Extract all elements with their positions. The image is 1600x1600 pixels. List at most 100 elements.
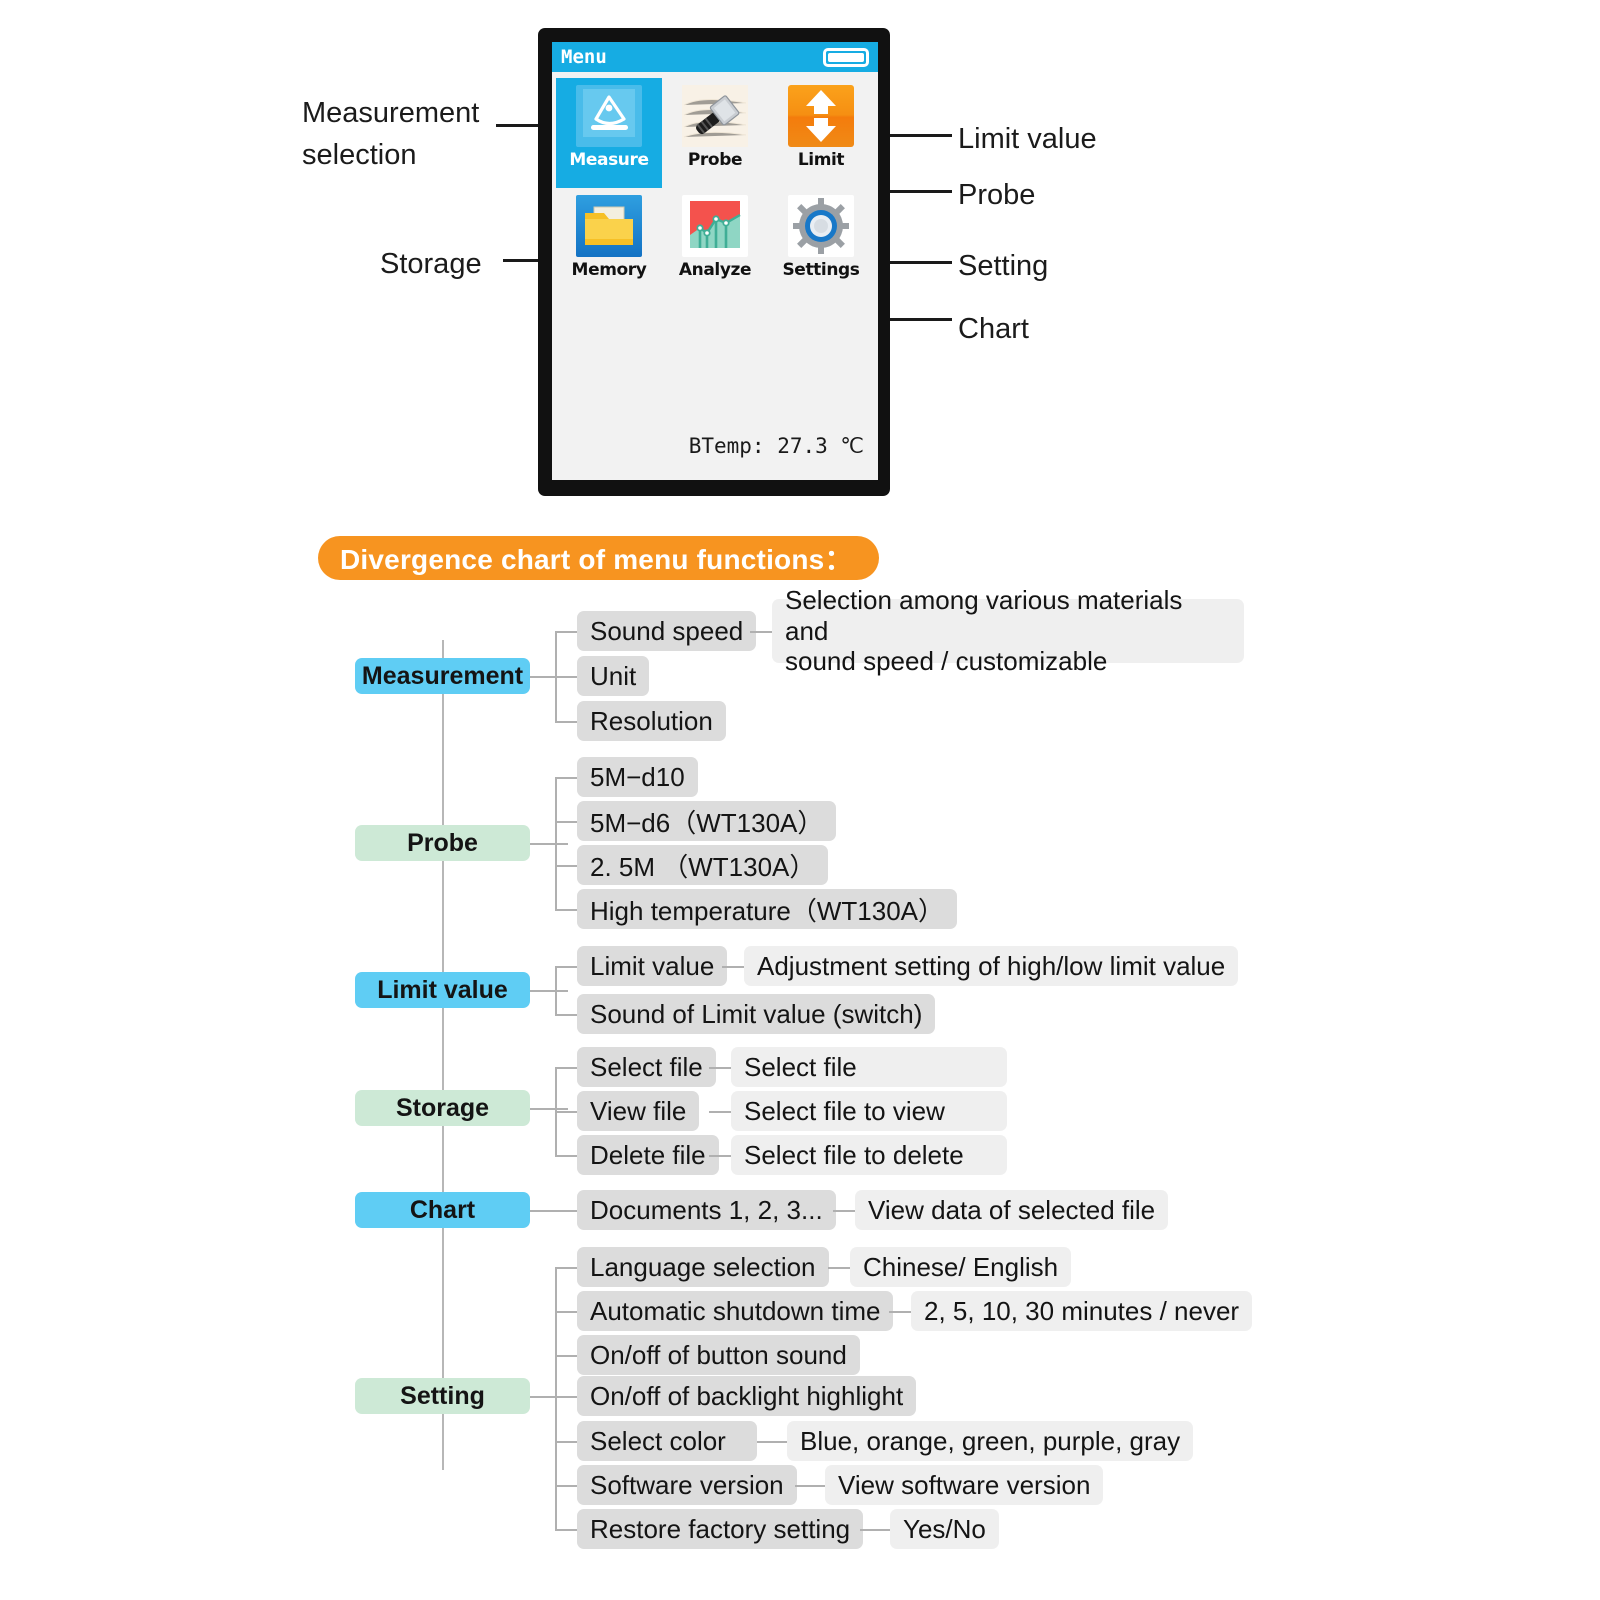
tree-leaf[interactable]: Limit value (577, 946, 728, 986)
connector (709, 1111, 731, 1113)
menu-divergence-tree: Measurement Sound speed Selection among … (0, 585, 1600, 1600)
tree-leaf[interactable]: Software version (577, 1465, 797, 1505)
connector (555, 1441, 577, 1443)
connector (555, 1311, 577, 1313)
screen-title: Menu (561, 46, 607, 68)
menu-tile-label: Probe (687, 150, 743, 170)
connector (555, 1529, 577, 1531)
probe-icon (682, 85, 748, 147)
tree-detail: Selection among various materials and so… (772, 585, 1244, 676)
tree-leaf[interactable]: Resolution (577, 701, 726, 741)
tree-root-setting[interactable]: Setting (355, 1378, 530, 1414)
menu-icon-grid: Measure Probe Limit Memory Analyze Setti… (552, 72, 878, 298)
gear-icon (788, 195, 854, 257)
connector (833, 1210, 855, 1212)
connector (555, 909, 577, 911)
menu-tile-label: Measure (569, 150, 649, 170)
connector (828, 1267, 850, 1269)
connector (722, 966, 744, 968)
callout-chart: Chart (958, 313, 1029, 345)
battery-temperature-readout: BTemp: 27.3 ℃ (688, 434, 864, 458)
connector (555, 1485, 577, 1487)
tree-leaf[interactable]: Unit (577, 656, 650, 696)
callout-storage: Storage (380, 248, 482, 280)
tree-leaf[interactable]: Delete file (577, 1135, 719, 1175)
tree-detail: Select file to delete (731, 1135, 1007, 1175)
tree-detail: Select file (731, 1047, 1007, 1087)
section-banner-title: Divergence chart of menu functions： (340, 544, 853, 575)
measure-icon (576, 85, 642, 147)
connector (555, 1396, 577, 1398)
menu-tile-limit[interactable]: Limit (768, 78, 874, 188)
callout-measurement-selection: Measurement selection (302, 92, 479, 176)
tree-leaf[interactable]: Sound of Limit value (switch) (577, 994, 936, 1034)
menu-tile-analyze[interactable]: Analyze (662, 188, 768, 298)
connector (555, 676, 577, 678)
connector (555, 1355, 577, 1357)
menu-tile-label: Limit (797, 150, 845, 170)
connector (530, 990, 568, 992)
tree-leaf[interactable]: High temperature（WT130A） (577, 889, 958, 929)
callout-probe: Probe (958, 179, 1036, 211)
callout-line-2: selection (302, 139, 417, 172)
section-banner: Divergence chart of menu functions： (318, 536, 879, 580)
connector (555, 821, 577, 823)
connector (555, 966, 557, 1014)
connector (555, 777, 577, 779)
connector (555, 1267, 557, 1529)
connector (757, 1441, 787, 1443)
battery-full-icon (823, 47, 869, 67)
tree-detail: View software version (825, 1465, 1104, 1505)
connector (555, 1155, 577, 1157)
thickness-gauge-device: Menu Measure Probe Limit Memory Analyze … (538, 28, 890, 496)
tree-detail: Yes/No (890, 1509, 999, 1549)
tree-detail: 2, 5, 10, 30 minutes / never (911, 1291, 1253, 1331)
tree-detail: Chinese/ English (850, 1247, 1072, 1287)
device-screen: Menu Measure Probe Limit Memory Analyze … (552, 42, 878, 480)
connector (530, 1210, 577, 1212)
tree-leaf[interactable]: Sound speed (577, 611, 757, 651)
menu-tile-measure[interactable]: Measure (556, 78, 662, 188)
menu-tile-label: Settings (782, 260, 860, 280)
tree-leaf[interactable]: Restore factory setting (577, 1509, 864, 1549)
tree-detail: Blue, orange, green, purple, gray (787, 1421, 1194, 1461)
tree-leaf[interactable]: 5M−d6（WT130A） (577, 801, 837, 841)
callout-setting: Setting (958, 250, 1049, 282)
connector (555, 966, 577, 968)
tree-leaf[interactable]: 5M−d10 (577, 757, 698, 797)
connector (889, 1311, 911, 1313)
tree-leaf[interactable]: On/off of backlight highlight (577, 1376, 917, 1416)
connector (555, 777, 557, 909)
tree-root-probe[interactable]: Probe (355, 825, 530, 861)
tree-detail: View data of selected file (855, 1190, 1169, 1230)
menu-tile-memory[interactable]: Memory (556, 188, 662, 298)
callout-line-1: Measurement (302, 97, 480, 129)
tree-leaf[interactable]: 2. 5M （WT130A） (577, 845, 829, 885)
connector (555, 1014, 577, 1016)
connector (530, 1108, 568, 1110)
tree-leaf[interactable]: View file (577, 1091, 700, 1131)
tree-root-storage[interactable]: Storage (355, 1090, 530, 1126)
menu-tile-probe[interactable]: Probe (662, 78, 768, 188)
connector (555, 1067, 577, 1069)
connector (555, 631, 577, 633)
tree-detail: Adjustment setting of high/low limit val… (744, 946, 1239, 986)
tree-leaf[interactable]: Select color (577, 1421, 757, 1461)
tree-leaf[interactable]: Documents 1, 2, 3... (577, 1190, 836, 1230)
tree-leaf[interactable]: Select file (577, 1047, 716, 1087)
connector (795, 1485, 825, 1487)
connector (555, 1111, 577, 1113)
tree-root-measurement[interactable]: Measurement (355, 658, 530, 694)
tree-leaf[interactable]: Language selection (577, 1247, 829, 1287)
connector (530, 843, 568, 845)
menu-tile-settings[interactable]: Settings (768, 188, 874, 298)
menu-tile-label: Memory (571, 260, 647, 280)
tree-leaf[interactable]: On/off of button sound (577, 1335, 860, 1375)
connector (709, 1067, 731, 1069)
tree-leaf[interactable]: Automatic shutdown time (577, 1291, 894, 1331)
menu-tile-label: Analyze (678, 260, 752, 280)
tree-root-limit-value[interactable]: Limit value (355, 972, 530, 1008)
limit-icon (788, 85, 854, 147)
connector (750, 631, 772, 633)
tree-root-chart[interactable]: Chart (355, 1192, 530, 1228)
